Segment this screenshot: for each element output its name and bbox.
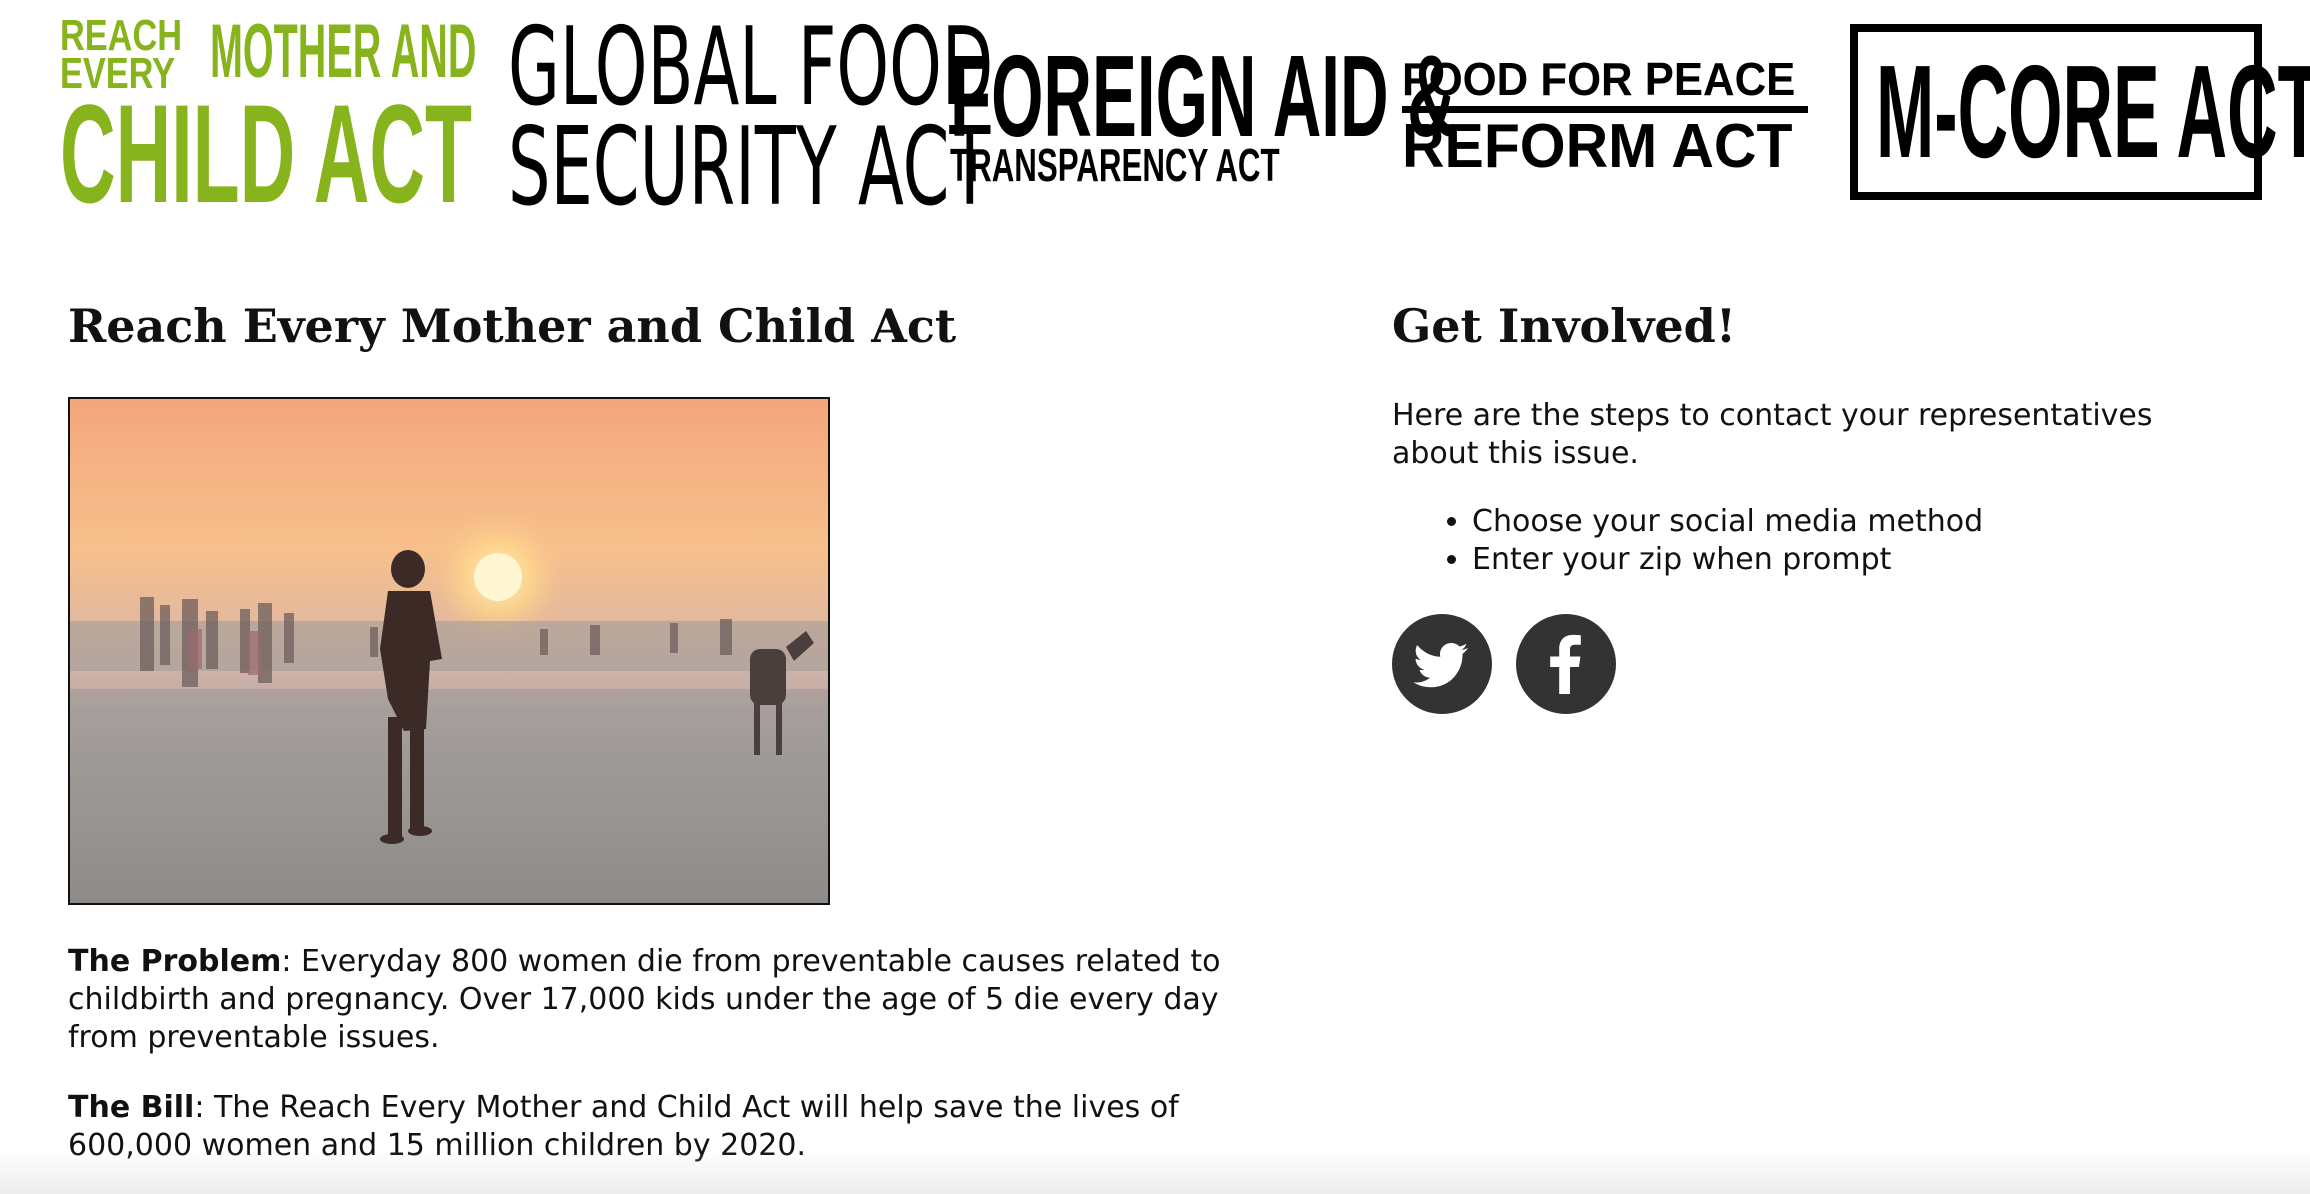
page-bottom-fade — [0, 1150, 2310, 1194]
list-item: Choose your social media method — [1472, 503, 2232, 541]
list-item: Enter your zip when prompt — [1472, 541, 2232, 579]
facebook-share-button[interactable] — [1516, 614, 1616, 714]
page-title: Reach Every Mother and Child Act — [68, 299, 957, 353]
act-navigation: REACH EVERY MOTHER AND CHILD ACT GLOBAL … — [0, 0, 2310, 224]
problem-paragraph: The Problem: Everyday 800 women die from… — [68, 943, 1278, 1057]
get-involved-title: Get Involved! — [1392, 299, 1737, 353]
act-logo-line: TRANSPARENCY ACT — [950, 139, 1280, 191]
act-logo-line: CHILD ACT — [60, 75, 473, 232]
hero-photo — [68, 397, 830, 905]
m-core-act-link[interactable]: M-CORE ACT — [1850, 24, 2310, 200]
act-logo-line: M-CORE ACT — [1876, 38, 2310, 185]
get-involved-intro: Here are the steps to contact your repre… — [1392, 398, 2153, 471]
act-logo-line: SECURITY ACT — [508, 105, 991, 230]
twitter-bird-icon — [1413, 643, 1468, 688]
bill-label: The Bill — [68, 1090, 195, 1125]
problem-label: The Problem — [68, 944, 282, 979]
global-food-security-act-link[interactable]: GLOBAL FOOD SECURITY ACT — [508, 14, 993, 222]
act-logo-line: FOOD FOR PEACE — [1402, 53, 1796, 105]
act-logo-line: FOREIGN AID & — [950, 31, 1456, 161]
steps-list: Choose your social media method Enter yo… — [1392, 503, 2232, 579]
facebook-f-icon — [1550, 634, 1581, 694]
reach-every-mother-and-child-act-link[interactable]: REACH EVERY MOTHER AND CHILD ACT — [60, 14, 476, 224]
act-logo-line: REFORM ACT — [1402, 112, 1793, 181]
child-walking-at-sunset-image — [70, 507, 828, 903]
food-for-peace-reform-act-link[interactable]: FOOD FOR PEACE REFORM ACT — [1402, 53, 1808, 178]
foreign-aid-transparency-act-link[interactable]: FOREIGN AID & TRANSPARENCY ACT — [950, 38, 1456, 191]
twitter-share-button[interactable] — [1392, 614, 1492, 714]
